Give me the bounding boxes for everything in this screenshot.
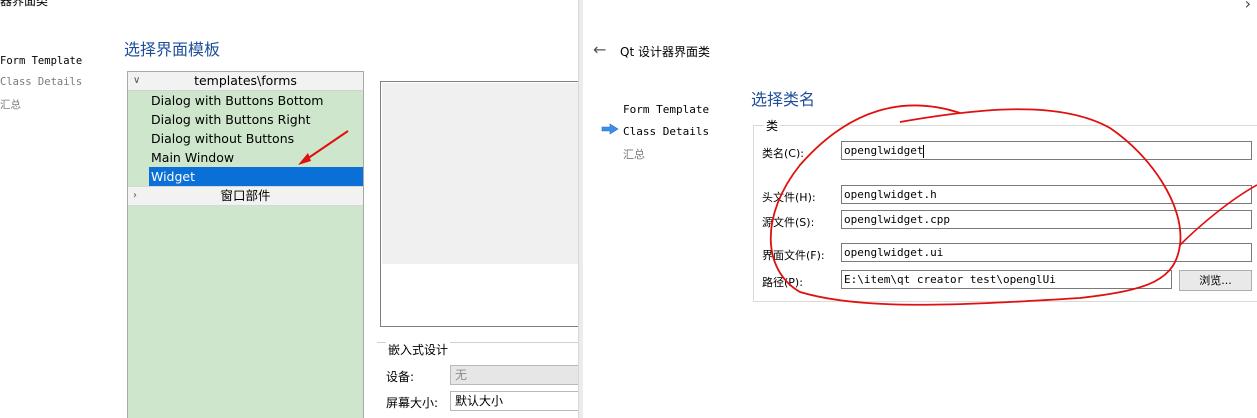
device-label: 设备: [386, 370, 415, 384]
template-item-selected[interactable]: Widget [149, 167, 363, 186]
path-label: 路径(P): [762, 276, 803, 289]
form-file-label: 界面文件(F): [762, 249, 825, 262]
chevron-right-icon: › [133, 190, 137, 201]
left-wizard-window: 器界面类 Form Template Class Details 汇总 选择界面… [0, 0, 578, 418]
step-summary: 汇总 [623, 148, 645, 161]
template-item[interactable]: Dialog with Buttons Bottom [151, 91, 324, 110]
arrow-left-icon[interactable]: ← [593, 40, 606, 59]
embedded-design-title: 嵌入式设计 [386, 341, 451, 358]
template-item[interactable]: Dialog with Buttons Right [151, 110, 311, 129]
class-name-value: openglwidget [844, 144, 924, 157]
class-group-title: 类 [764, 117, 781, 134]
template-tree[interactable]: ∨ templates\forms Dialog with Buttons Bo… [127, 71, 364, 418]
class-name-label: 类名(C): [762, 147, 804, 160]
source-file-input[interactable]: openglwidget.cpp [841, 210, 1252, 229]
step-class-details: Class Details [623, 125, 710, 138]
class-name-input[interactable]: openglwidget [841, 141, 1252, 160]
text-caret [923, 144, 925, 158]
step-form-template: Form Template [0, 55, 83, 67]
preview-canvas [382, 83, 578, 264]
tree-group-templates-forms[interactable]: ∨ templates\forms [128, 72, 363, 91]
device-select[interactable]: 无 [450, 365, 578, 385]
window-title: Qt 设计器界面类 [620, 45, 710, 59]
step-summary: 汇总 [0, 99, 21, 111]
right-wizard-window: › ← Qt 设计器界面类 Form Template Class Detail… [583, 0, 1257, 418]
template-item[interactable]: Main Window [151, 148, 234, 167]
window-title-fragment: 器界面类 [0, 0, 49, 8]
header-file-label: 头文件(H): [762, 191, 816, 204]
header-file-input[interactable]: openglwidget.h [841, 185, 1252, 204]
step-form-template: Form Template [623, 103, 710, 116]
path-input[interactable]: E:\item\qt creator test\openglUi [841, 270, 1172, 289]
form-file-input[interactable]: openglwidget.ui [841, 243, 1252, 262]
tree-group-label: templates\forms [194, 73, 297, 88]
chevron-down-icon: ∨ [133, 75, 141, 86]
template-item[interactable]: Dialog without Buttons [151, 129, 294, 148]
page-heading: 选择类名 [751, 90, 816, 109]
close-icon[interactable]: › [1245, 0, 1251, 13]
tree-group-widgets[interactable]: › 窗口部件 [128, 186, 363, 206]
screen-size-label: 屏幕大小: [386, 396, 439, 410]
current-step-arrow-icon [601, 123, 619, 135]
tree-group-label: 窗口部件 [220, 188, 271, 203]
page-heading: 选择界面模板 [124, 40, 221, 59]
screen-size-select[interactable]: 默认大小 [450, 391, 578, 411]
browse-button[interactable]: 浏览... [1179, 270, 1252, 291]
step-class-details: Class Details [0, 76, 83, 88]
template-preview [380, 81, 578, 327]
source-file-label: 源文件(S): [762, 216, 815, 229]
